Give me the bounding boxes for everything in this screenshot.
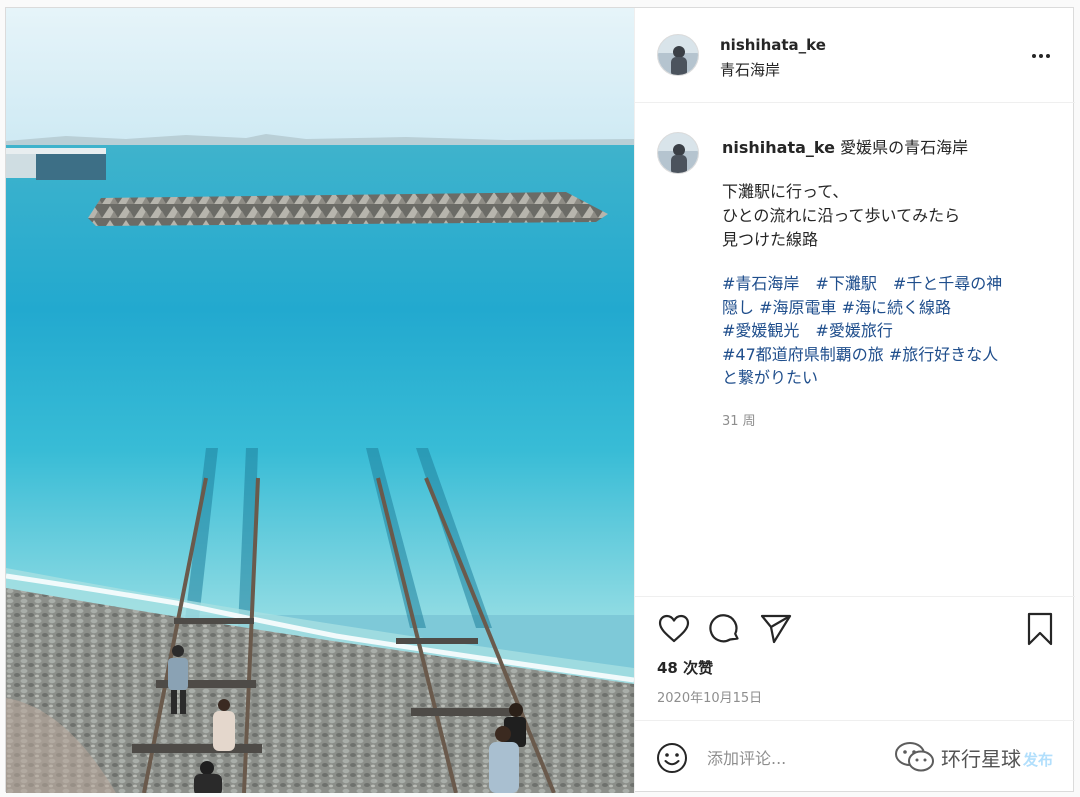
- watermark-text: 环行星球: [941, 746, 1021, 771]
- heart-icon[interactable]: [657, 612, 691, 646]
- post-header: nishihata_ke 青石海岸: [635, 8, 1075, 103]
- post-actions: 48 次赞 2020年10月15日: [635, 596, 1075, 722]
- hashtag-line[interactable]: #47都道府県制覇の旅 #旅行好きな人: [722, 343, 1042, 367]
- hashtag-line[interactable]: #青石海岸 #下灘駅 #千と千尋の神: [722, 272, 1042, 296]
- smiley-icon[interactable]: [655, 741, 689, 775]
- wechat-icon: [895, 742, 934, 772]
- post-date: 2020年10月15日: [657, 691, 763, 706]
- share-icon[interactable]: [759, 612, 793, 646]
- caption-hashtags: #青石海岸 #下灘駅 #千と千尋の神 隠し #海原電車 #海に続く線路 #愛媛観…: [722, 272, 1042, 390]
- post-photo[interactable]: [6, 8, 634, 793]
- caption-line: ひとの流れに沿って歩いてみたら: [722, 206, 961, 225]
- caption-headline: 愛媛県の青石海岸: [840, 138, 969, 157]
- comment-bar: 发布 环行星球: [635, 720, 1075, 793]
- comment-icon[interactable]: [708, 612, 742, 646]
- watermark: 环行星球: [893, 739, 1021, 775]
- bookmark-icon[interactable]: [1023, 612, 1057, 646]
- caption-body: 下灘駅に行って、 ひとの流れに沿って歩いてみたら 見つけた線路: [722, 180, 1042, 252]
- hashtag-line[interactable]: と繋がりたい: [722, 366, 1042, 390]
- hashtag-line[interactable]: #愛媛観光 #愛媛旅行: [722, 319, 1042, 343]
- avatar-image: [658, 133, 698, 173]
- avatar[interactable]: [657, 34, 699, 76]
- like-count[interactable]: 48 次赞: [657, 657, 713, 678]
- post-username[interactable]: nishihata_ke: [720, 36, 826, 54]
- caption-avatar[interactable]: [657, 132, 699, 174]
- caption-line: 下灘駅に行って、: [722, 182, 849, 201]
- caption-line: 見つけた線路: [722, 230, 819, 249]
- instagram-post: nishihata_ke 青石海岸 nishihata_ke 愛媛県の青石海岸 …: [5, 7, 1075, 793]
- caption-username[interactable]: nishihata_ke: [722, 138, 835, 157]
- post-caption: nishihata_ke 愛媛県の青石海岸 下灘駅に行って、 ひとの流れに沿って…: [635, 104, 1075, 596]
- caption-headline-line: nishihata_ke 愛媛県の青石海岸: [722, 134, 968, 158]
- post-location[interactable]: 青石海岸: [720, 59, 780, 80]
- post-comment-button[interactable]: 发布: [1023, 749, 1053, 770]
- seaside-railway-photo: [6, 8, 634, 793]
- avatar-image: [658, 35, 698, 75]
- hashtag-line[interactable]: 隠し #海原電車 #海に続く線路: [722, 296, 1042, 320]
- caption-age: 31 周: [722, 414, 756, 429]
- post-side-panel: nishihata_ke 青石海岸 nishihata_ke 愛媛県の青石海岸 …: [634, 8, 1075, 793]
- more-options-icon[interactable]: [1029, 44, 1053, 68]
